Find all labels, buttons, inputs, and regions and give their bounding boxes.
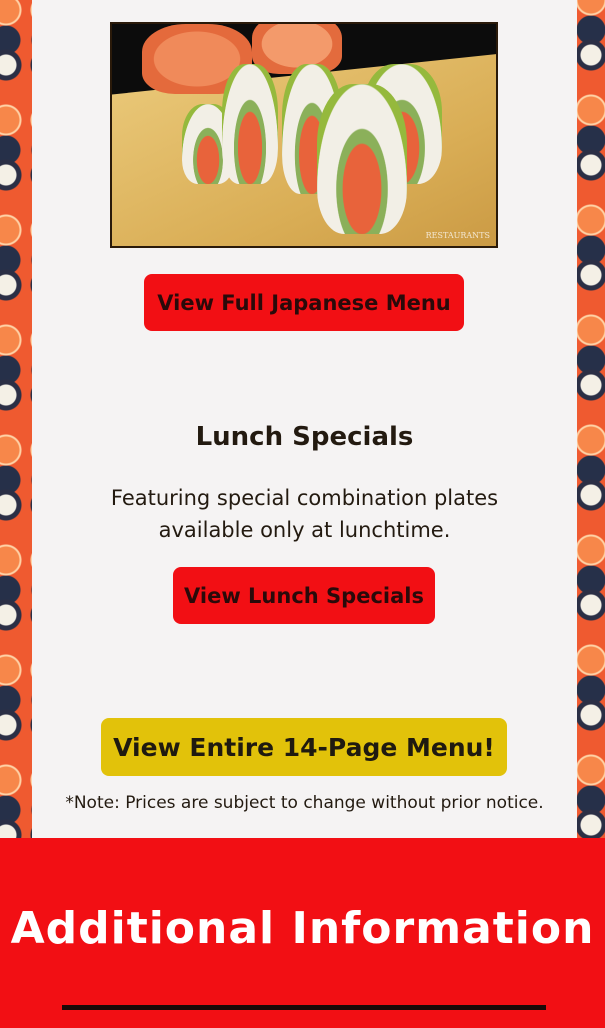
- heading-underline: [62, 1005, 546, 1010]
- roll-shape: [317, 84, 407, 234]
- view-entire-menu-button[interactable]: View Entire 14-Page Menu!: [101, 718, 507, 776]
- photo-watermark: RESTAURANTS: [425, 231, 490, 240]
- lunch-specials-description: Featuring special combination plates ava…: [110, 486, 499, 542]
- sushi-pattern-right: [573, 0, 605, 838]
- view-lunch-specials-button[interactable]: View Lunch Specials: [173, 567, 435, 624]
- additional-info-section: Additional Information: [0, 838, 605, 1028]
- sushi-roll-photo: RESTAURANTS: [110, 22, 498, 248]
- view-japanese-menu-button[interactable]: View Full Japanese Menu: [144, 274, 464, 331]
- additional-info-heading: Additional Information: [10, 903, 595, 954]
- menu-panel: RESTAURANTS View Full Japanese Menu Lunc…: [32, 0, 577, 838]
- price-note: *Note: Prices are subject to change with…: [65, 793, 544, 813]
- lunch-specials-heading: Lunch Specials: [195, 422, 414, 452]
- sushi-pattern-left: [0, 0, 32, 838]
- roll-shape: [222, 64, 278, 184]
